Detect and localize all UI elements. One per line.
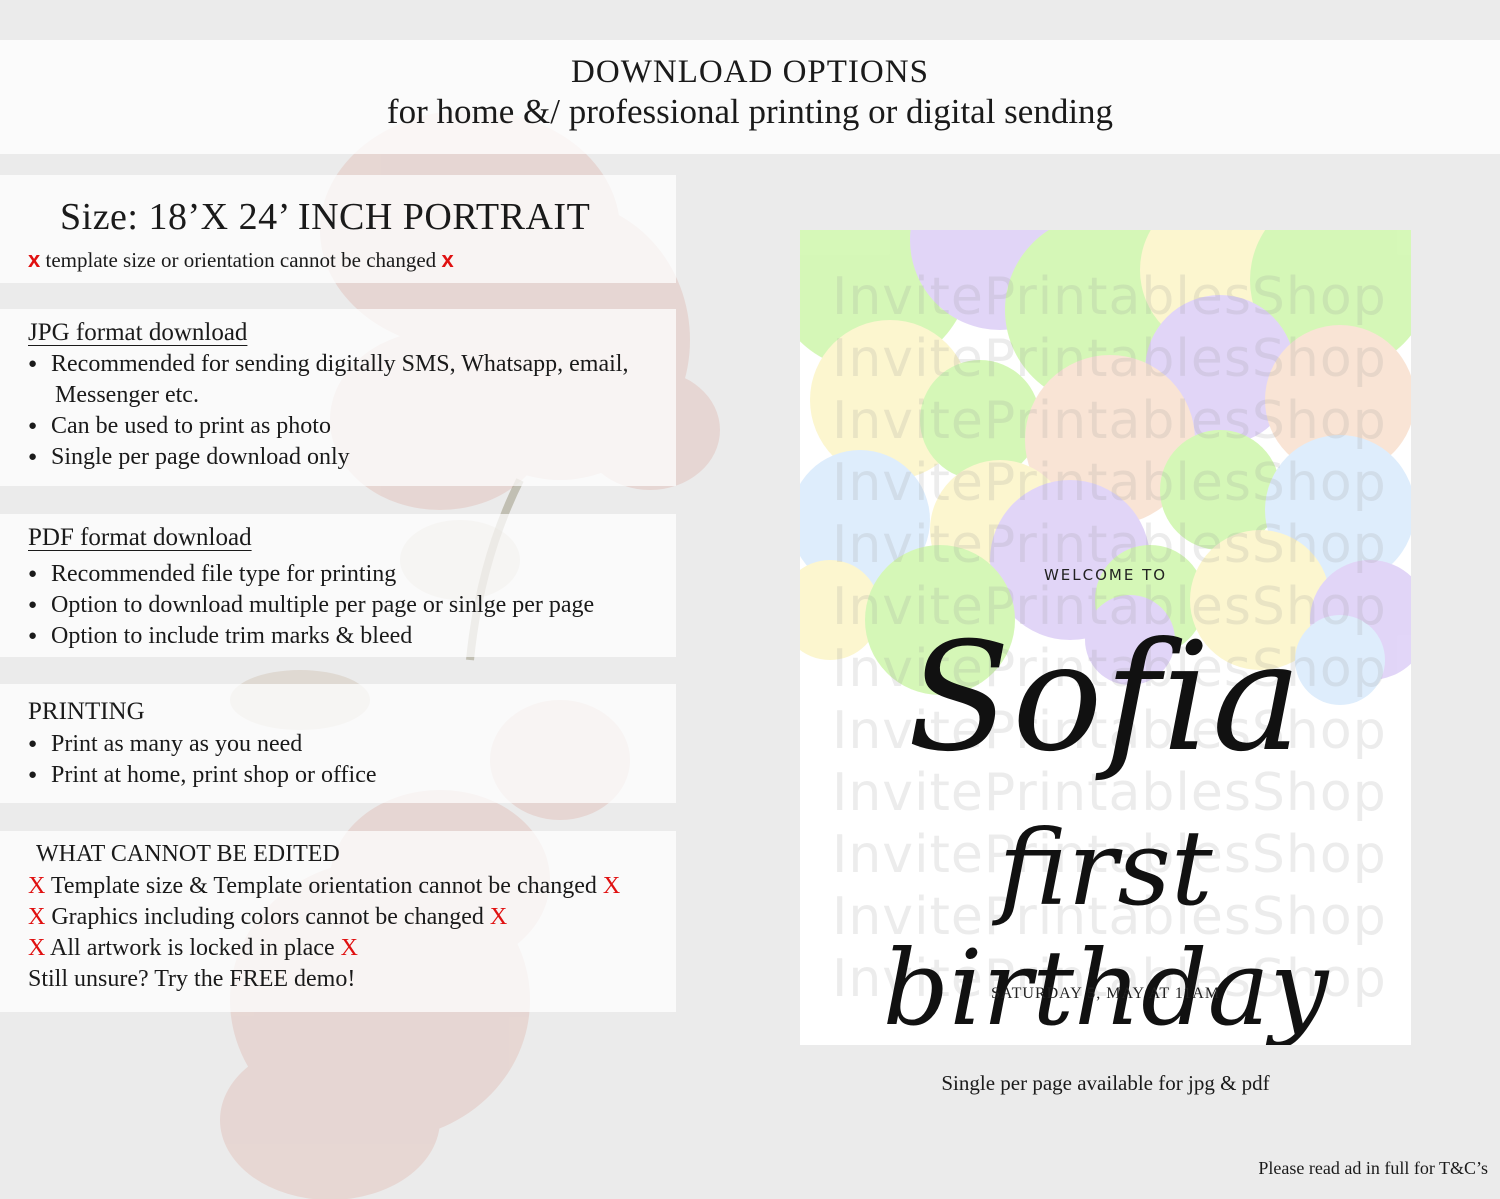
page-subtitle: for home &/ professional printing or dig… [386, 92, 1114, 131]
size-note-text: template size or orientation cannot be c… [45, 248, 437, 272]
size-note: x template size or orientation cannot be… [28, 247, 454, 273]
size-panel: Size: 18’X 24’ INCH PORTRAIT x template … [0, 175, 676, 283]
demo-note: Still unsure? Try the FREE demo! [28, 966, 356, 992]
x-mark: X [28, 904, 46, 930]
pdf-list: Recommended file type for printing Optio… [28, 559, 594, 652]
list-item: Print at home, print shop or office [28, 760, 377, 791]
page-title: DOWNLOAD OPTIONS [571, 54, 929, 90]
list-item: X Graphics including colors cannot be ch… [28, 904, 508, 930]
jpg-panel: JPG format download Recommended for send… [0, 309, 676, 486]
jpg-list: Recommended for sending digitally SMS, W… [28, 349, 628, 473]
event-title: first birthday [882, 807, 1329, 1045]
x-mark: x [441, 247, 454, 272]
printing-list: Print as many as you need Print at home,… [28, 729, 377, 791]
jpg-heading: JPG format download [28, 319, 248, 346]
printing-heading: PRINTING [28, 698, 145, 725]
cannot-edit-list: X Template size & Template orientation c… [28, 871, 620, 995]
x-mark: X [489, 904, 508, 930]
list-item: Recommended file type for printing [28, 559, 594, 590]
list-item: Option to download multiple per page or … [28, 590, 594, 621]
invitation-preview: InvitePrintablesShop InvitePrintablesSho… [800, 230, 1411, 1045]
pdf-heading: PDF format download [28, 524, 252, 551]
preview-caption: Single per page available for jpg & pdf [941, 1071, 1270, 1095]
pdf-panel: PDF format download Recommended file typ… [0, 514, 676, 657]
child-name: Sofia [907, 611, 1304, 785]
list-item: X All artwork is locked in place X [28, 935, 358, 961]
event-date: SATURDAY 5, MAY AT 11AM [990, 985, 1221, 1002]
x-mark: X [340, 935, 358, 961]
header-banner: DOWNLOAD OPTIONS for home &/ professiona… [0, 40, 1500, 154]
list-item: X Template size & Template orientation c… [28, 873, 621, 899]
welcome-text: WELCOME TO [1043, 566, 1168, 584]
printing-panel: PRINTING Print as many as you need Print… [0, 684, 676, 803]
x-mark: X [28, 935, 46, 961]
list-item: Print as many as you need [28, 729, 377, 760]
x-mark: x [28, 247, 41, 272]
list-item: Single per page download only [28, 442, 628, 473]
list-item: Can be used to print as photo [28, 411, 628, 442]
x-mark: X [602, 873, 621, 899]
list-item: Option to include trim marks & bleed [28, 621, 594, 652]
cannot-edit-heading: WHAT CANNOT BE EDITED [36, 841, 340, 867]
size-title: Size: 18’X 24’ INCH PORTRAIT [60, 196, 591, 238]
cannot-edit-panel: WHAT CANNOT BE EDITED X Template size & … [0, 831, 676, 1012]
terms-footnote: Please read ad in full for T&C’s [1258, 1158, 1488, 1178]
list-item: Recommended for sending digitally SMS, W… [28, 349, 628, 411]
x-mark: X [28, 873, 46, 899]
